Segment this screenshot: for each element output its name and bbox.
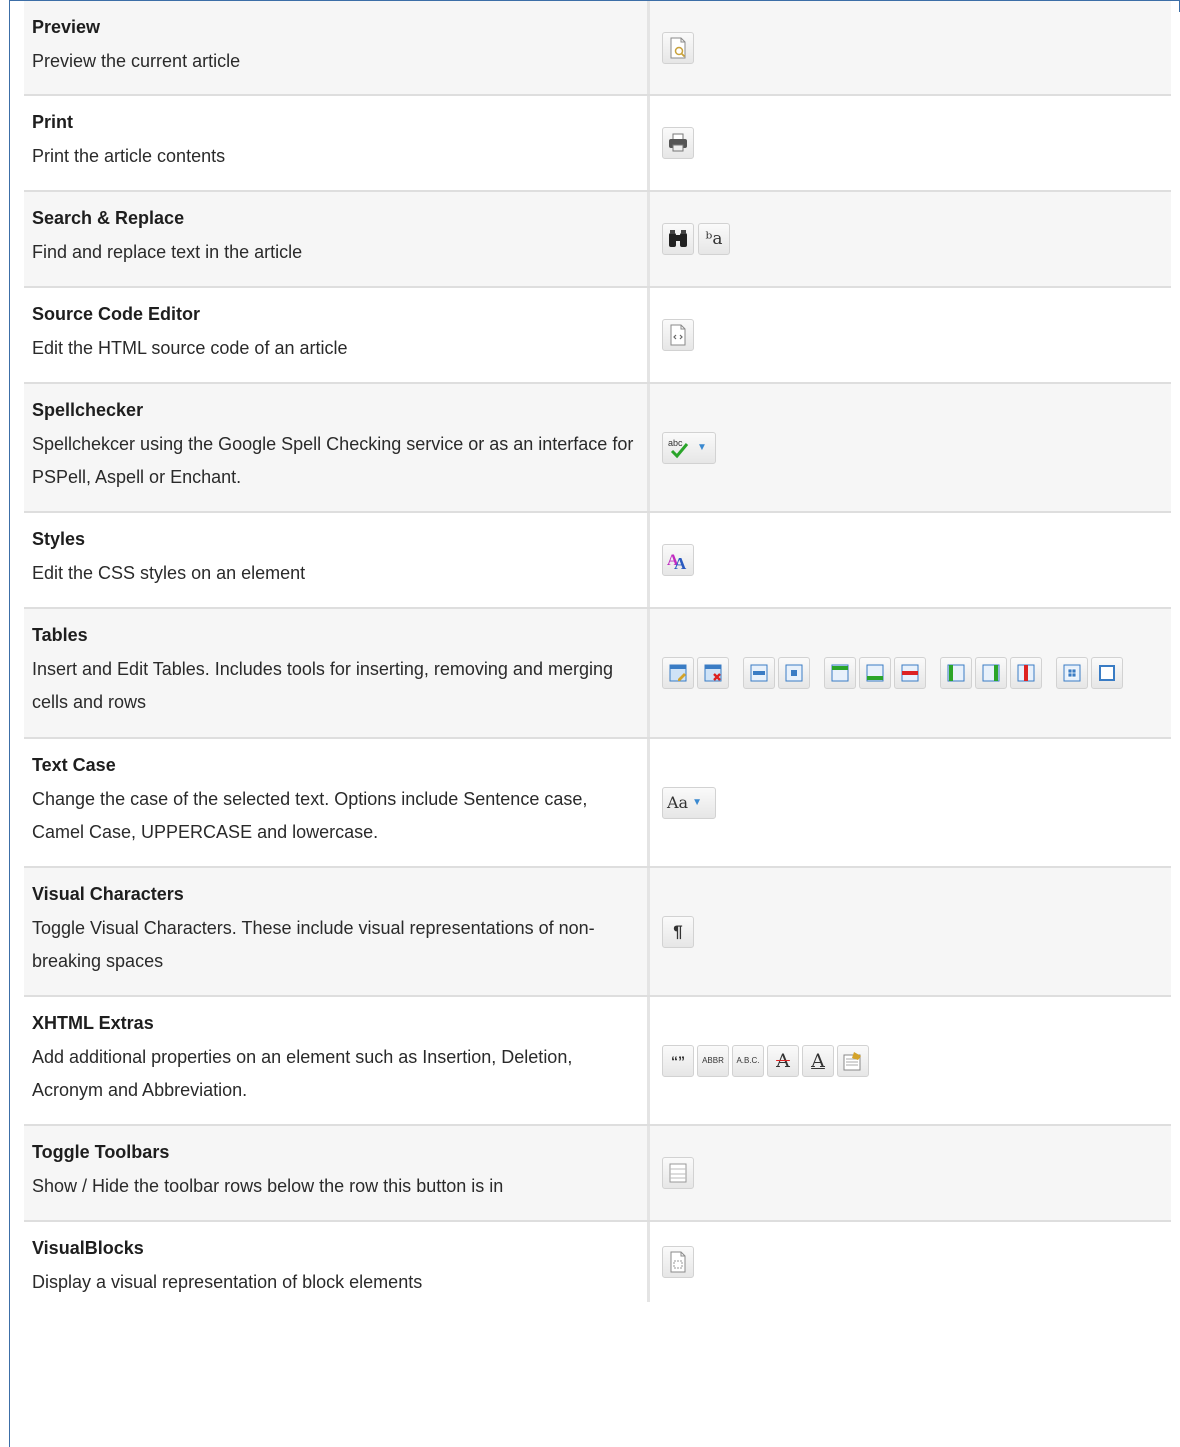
plugin-table: Preview Preview the current article Prin… [24,1,1171,1302]
text-case-glyph: Aa [667,793,689,812]
table-row: Visual Characters Toggle Visual Characte… [24,868,1171,997]
icon-cell [650,1222,1171,1302]
deletion-icon[interactable]: A [767,1044,799,1077]
icon-cell [650,288,1171,382]
icon-cell: “” ABBR A.B.C. A A [650,997,1171,1124]
table-row: Styles Edit the CSS styles on an element… [24,513,1171,609]
plugin-description: Edit the CSS styles on an element [32,563,306,583]
plugin-name: Preview [32,17,101,37]
plugin-name: Visual Characters [32,884,184,904]
table-row: Toggle Toolbars Show / Hide the toolbar … [24,1126,1171,1222]
plugin-description: Find and replace text in the article [32,242,303,262]
plugin-description: Display a visual representation of block… [32,1272,423,1292]
description-cell: Text Case Change the case of the selecte… [24,739,650,866]
col-before-icon[interactable] [940,657,972,689]
source-code-icon[interactable] [662,319,694,351]
table-row: Search & Replace Find and replace text i… [24,192,1171,288]
icon-cell: ᵇa [650,192,1171,286]
description-cell: Preview Preview the current article [24,1,650,94]
chevron-down-icon: ▼ [697,442,707,453]
attributes-icon[interactable] [837,1044,869,1077]
svg-text:A: A [674,554,687,571]
plugin-description: Spellchekcer using the Google Spell Chec… [32,434,634,487]
table-row-props-icon[interactable] [743,657,775,689]
icon-cell: ¶ [650,868,1171,995]
row-before-icon[interactable] [824,657,856,689]
binoculars-icon[interactable] [662,223,694,255]
plugin-description: Add additional properties on an element … [32,1047,573,1100]
icon-cell [650,1,1171,94]
text-case-icon[interactable]: Aa ▼ [662,786,716,819]
plugin-name: Toggle Toolbars [32,1142,170,1162]
merge-cells-icon[interactable] [1091,657,1123,689]
col-after-icon[interactable] [975,657,1007,689]
description-cell: Toggle Toolbars Show / Hide the toolbar … [24,1126,650,1220]
icon-cell [650,96,1171,190]
delete-col-icon[interactable] [1010,657,1042,689]
plugin-description: Preview the current article [32,51,241,71]
description-cell: Source Code Editor Edit the HTML source … [24,288,650,382]
table-row: Preview Preview the current article [24,1,1171,96]
icon-cell [650,1126,1171,1220]
description-cell: XHTML Extras Add additional properties o… [24,997,650,1124]
svg-text:abc: abc [668,438,683,448]
chevron-down-icon: ▼ [692,797,702,808]
plugin-description: Toggle Visual Characters. These include … [32,918,595,971]
delete-row-icon[interactable] [894,657,926,689]
plugin-name: Source Code Editor [32,304,201,324]
plugin-description: Show / Hide the toolbar rows below the r… [32,1176,504,1196]
table-row: Tables Insert and Edit Tables. Includes … [24,609,1171,739]
description-cell: Spellchecker Spellchekcer using the Goog… [24,384,650,511]
table-cell-props-icon[interactable] [778,657,810,689]
plugin-name: XHTML Extras [32,1013,154,1033]
printer-icon[interactable] [662,127,694,159]
icon-cell: AA [650,513,1171,607]
description-cell: Tables Insert and Edit Tables. Includes … [24,609,650,737]
plugin-name: Search & Replace [32,208,185,228]
plugin-name: Print [32,112,74,132]
description-cell: Print Print the article contents [24,96,650,190]
plugin-name: Spellchecker [32,400,144,420]
plugin-name: Text Case [32,755,116,775]
acronym-icon[interactable]: A.B.C. [732,1044,764,1077]
table-row: Text Case Change the case of the selecte… [24,739,1171,868]
plugin-description: Change the case of the selected text. Op… [32,789,588,842]
toggle-toolbars-icon[interactable] [662,1157,694,1189]
plugin-name: Tables [32,625,88,645]
row-after-icon[interactable] [859,657,891,689]
plugin-description: Print the article contents [32,146,226,166]
description-cell: Visual Characters Toggle Visual Characte… [24,868,650,995]
description-cell: VisualBlocks Display a visual representa… [24,1222,650,1302]
spellcheck-icon[interactable]: abc ▼ [662,431,716,464]
icon-cell: abc ▼ [650,384,1171,511]
abbr-icon[interactable]: ABBR [697,1044,729,1077]
split-cells-icon[interactable] [1056,657,1088,689]
description-cell: Search & Replace Find and replace text i… [24,192,650,286]
table-row: XHTML Extras Add additional properties o… [24,997,1171,1126]
frame-left-border [9,0,10,1447]
icon-cell [650,609,1171,737]
pilcrow-icon[interactable]: ¶ [662,915,694,948]
plugin-name: Styles [32,529,86,549]
table-row: Print Print the article contents [24,96,1171,192]
cite-icon[interactable]: “” [662,1044,694,1077]
table-row: VisualBlocks Display a visual representa… [24,1222,1171,1302]
plugin-description: Edit the HTML source code of an article [32,338,348,358]
plugin-name: VisualBlocks [32,1238,144,1258]
visual-blocks-icon[interactable] [662,1246,694,1278]
styles-icon[interactable]: AA [662,544,694,576]
table-delete-icon[interactable] [697,657,729,689]
icon-cell: Aa ▼ [650,739,1171,866]
replace-icon[interactable]: ᵇa [698,223,730,255]
plugin-description: Insert and Edit Tables. Includes tools f… [32,659,613,712]
insertion-icon[interactable]: A [802,1044,834,1077]
table-row: Source Code Editor Edit the HTML source … [24,288,1171,384]
table-row: Spellchecker Spellchekcer using the Goog… [24,384,1171,513]
description-cell: Styles Edit the CSS styles on an element [24,513,650,607]
table-insert-icon[interactable] [662,657,694,689]
preview-icon[interactable] [662,31,694,64]
